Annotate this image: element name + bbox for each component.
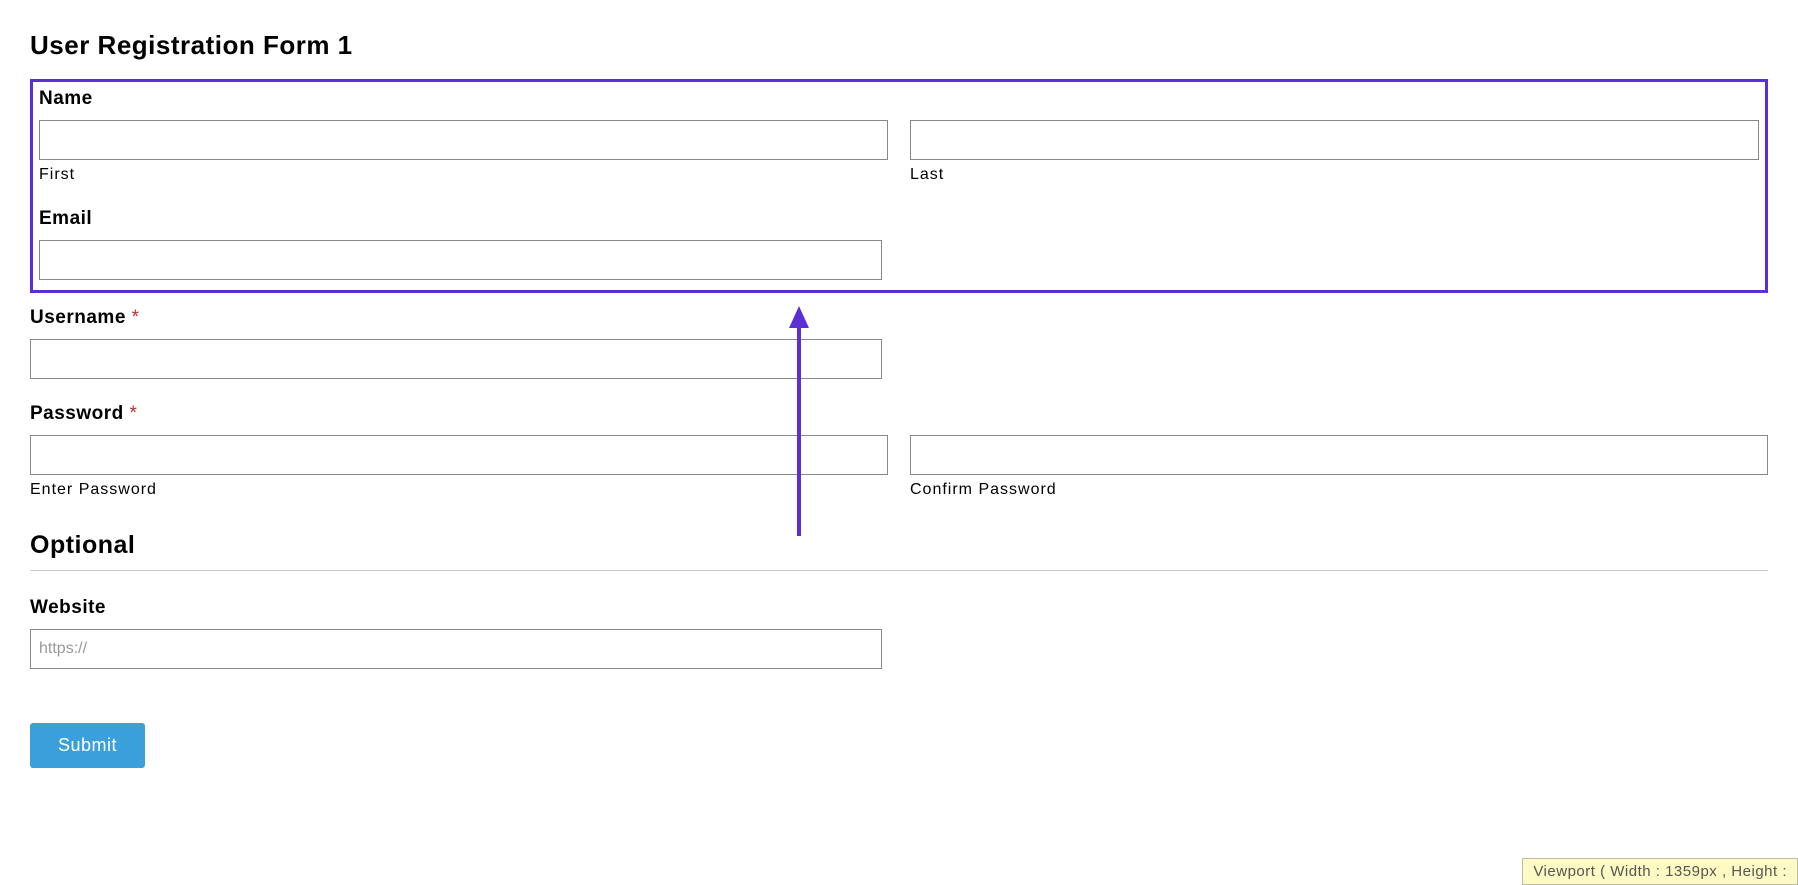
name-label: Name — [39, 88, 1759, 110]
last-name-input[interactable] — [910, 120, 1759, 160]
form-container: User Registration Form 1 Name First Last… — [0, 0, 1798, 788]
confirm-password-sublabel: Confirm Password — [910, 481, 1768, 499]
email-input[interactable] — [39, 240, 882, 280]
password-label: Password * — [30, 403, 1768, 425]
password-field-block: Password * Enter Password Confirm Passwo… — [30, 403, 1768, 499]
highlighted-section: Name First Last Email — [30, 79, 1768, 293]
first-name-sublabel: First — [39, 166, 888, 184]
username-field-block: Username * — [30, 307, 1768, 379]
name-field-block: Name First Last — [33, 88, 1765, 184]
required-asterisk: * — [130, 403, 138, 424]
password-label-text: Password — [30, 403, 124, 424]
enter-password-input[interactable] — [30, 435, 888, 475]
website-input[interactable] — [30, 629, 882, 669]
website-field-block: Website — [30, 597, 1768, 669]
email-label: Email — [39, 208, 1759, 230]
viewport-badge: Viewport ( Width : 1359px , Height : — [1522, 858, 1798, 885]
enter-password-sublabel: Enter Password — [30, 481, 888, 499]
submit-button[interactable]: Submit — [30, 723, 145, 768]
email-field-block: Email — [33, 208, 1765, 280]
username-input[interactable] — [30, 339, 882, 379]
section-divider — [30, 570, 1768, 571]
confirm-password-input[interactable] — [910, 435, 1768, 475]
optional-section-title: Optional — [30, 531, 1768, 560]
last-name-sublabel: Last — [910, 166, 1759, 184]
first-name-input[interactable] — [39, 120, 888, 160]
username-label: Username * — [30, 307, 1768, 329]
website-label: Website — [30, 597, 1768, 619]
page-title: User Registration Form 1 — [30, 30, 1768, 61]
username-label-text: Username — [30, 307, 126, 328]
required-asterisk: * — [132, 307, 140, 328]
